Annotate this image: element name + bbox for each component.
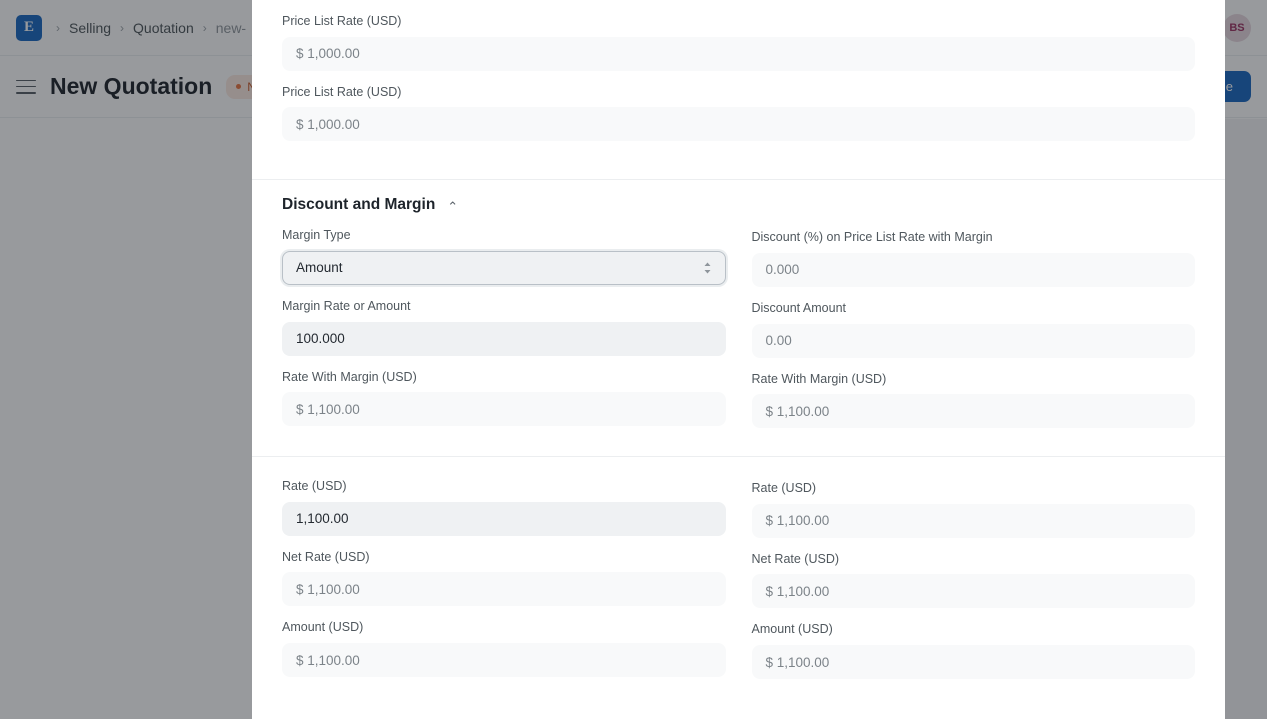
field-discount-percent: Discount (%) on Price List Rate with Mar… [751, 230, 1195, 287]
field-discount-amount: Discount Amount 0.00 [751, 300, 1195, 358]
field-net-rate-right: Net Rate (USD) $ 1,100.00 [751, 551, 1195, 609]
field-label: Rate (USD) [282, 479, 347, 494]
field-label: Rate With Margin (USD) [282, 369, 417, 384]
section-header[interactable]: Discount and Margin ⌃ [282, 180, 1195, 228]
rate-with-margin-input-left[interactable]: $ 1,100.00 [282, 392, 726, 427]
field-label: Net Rate (USD) [282, 549, 370, 564]
price-list-rate-input-2[interactable]: $ 1,000.00 [282, 107, 1195, 142]
field-rate-left: Rate (USD) 1,100.00 [282, 479, 726, 536]
rates-right-column: Rate (USD) $ 1,100.00 Net Rate (USD) $ 1… [751, 481, 1195, 693]
item-details-modal: Price List Rate (USD) $ 1,000.00 Price L… [252, 0, 1225, 719]
rate-with-margin-input-right[interactable]: $ 1,100.00 [751, 394, 1195, 429]
chevron-up-icon[interactable]: ⌃ [447, 200, 458, 213]
discount-amount-input[interactable]: 0.00 [751, 323, 1195, 358]
amount-input-left[interactable]: $ 1,100.00 [282, 643, 726, 677]
rates-left-column: Rate (USD) 1,100.00 Net Rate (USD) $ 1,1… [282, 479, 726, 693]
field-margin-rate-or-amount: Margin Rate or Amount 100.000 [282, 299, 726, 356]
field-label: Margin Rate or Amount [282, 298, 411, 313]
price-list-section: Price List Rate (USD) $ 1,000.00 Price L… [252, 0, 1225, 142]
amount-input-right[interactable]: $ 1,100.00 [751, 645, 1195, 679]
field-label: Net Rate (USD) [751, 551, 840, 566]
discount-margin-left-column: Margin Type Amount Margin Rate or Amount… [282, 228, 726, 442]
field-label: Rate (USD) [751, 481, 817, 496]
rate-input-right[interactable]: $ 1,100.00 [751, 503, 1195, 538]
field-price-list-rate-1: Price List Rate (USD) $ 1,000.00 [282, 14, 1195, 71]
field-label: Margin Type [282, 228, 351, 243]
rates-section: Rate (USD) 1,100.00 Net Rate (USD) $ 1,1… [252, 457, 1225, 693]
field-label: Price List Rate (USD) [282, 84, 402, 99]
net-rate-input-left[interactable]: $ 1,100.00 [282, 572, 726, 607]
field-rate-with-margin-right: Rate With Margin (USD) $ 1,100.00 [751, 371, 1195, 429]
chevron-updown-icon [703, 261, 712, 275]
field-amount-left: Amount (USD) $ 1,100.00 [282, 620, 726, 677]
field-label: Discount Amount [751, 300, 847, 315]
margin-type-select[interactable]: Amount [282, 250, 726, 285]
net-rate-input-right[interactable]: $ 1,100.00 [751, 574, 1195, 609]
field-amount-right: Amount (USD) $ 1,100.00 [751, 622, 1195, 679]
field-label: Price List Rate (USD) [282, 14, 402, 28]
field-label: Amount (USD) [751, 622, 833, 637]
app-root: E › Selling › Quotation › new- BS New Qu… [0, 0, 1267, 719]
field-label: Rate With Margin (USD) [751, 371, 887, 386]
price-list-rate-input-1[interactable]: $ 1,000.00 [282, 36, 1195, 71]
field-price-list-rate-2: Price List Rate (USD) $ 1,000.00 [282, 85, 1195, 142]
margin-rate-or-amount-input[interactable]: 100.000 [282, 321, 726, 356]
modal-scroll-area[interactable]: Price List Rate (USD) $ 1,000.00 Price L… [252, 0, 1225, 719]
margin-type-value: Amount [296, 260, 343, 276]
field-rate-with-margin-left: Rate With Margin (USD) $ 1,100.00 [282, 370, 726, 427]
field-label: Discount (%) on Price List Rate with Mar… [751, 230, 993, 245]
discount-margin-right-column: Discount (%) on Price List Rate with Mar… [751, 230, 1195, 442]
field-rate-right: Rate (USD) $ 1,100.00 [751, 481, 1195, 538]
field-net-rate-left: Net Rate (USD) $ 1,100.00 [282, 550, 726, 607]
discount-percent-input[interactable]: 0.000 [751, 252, 1195, 287]
discount-and-margin-section: Discount and Margin ⌃ Margin Type Amount [252, 180, 1225, 442]
field-margin-type: Margin Type Amount [282, 228, 726, 285]
field-label: Amount (USD) [282, 620, 364, 635]
discount-margin-grid: Margin Type Amount Margin Rate or Amount… [282, 228, 1195, 442]
rate-input-left[interactable]: 1,100.00 [282, 501, 726, 536]
section-title: Discount and Margin [282, 196, 436, 214]
rates-grid: Rate (USD) 1,100.00 Net Rate (USD) $ 1,1… [282, 479, 1195, 693]
